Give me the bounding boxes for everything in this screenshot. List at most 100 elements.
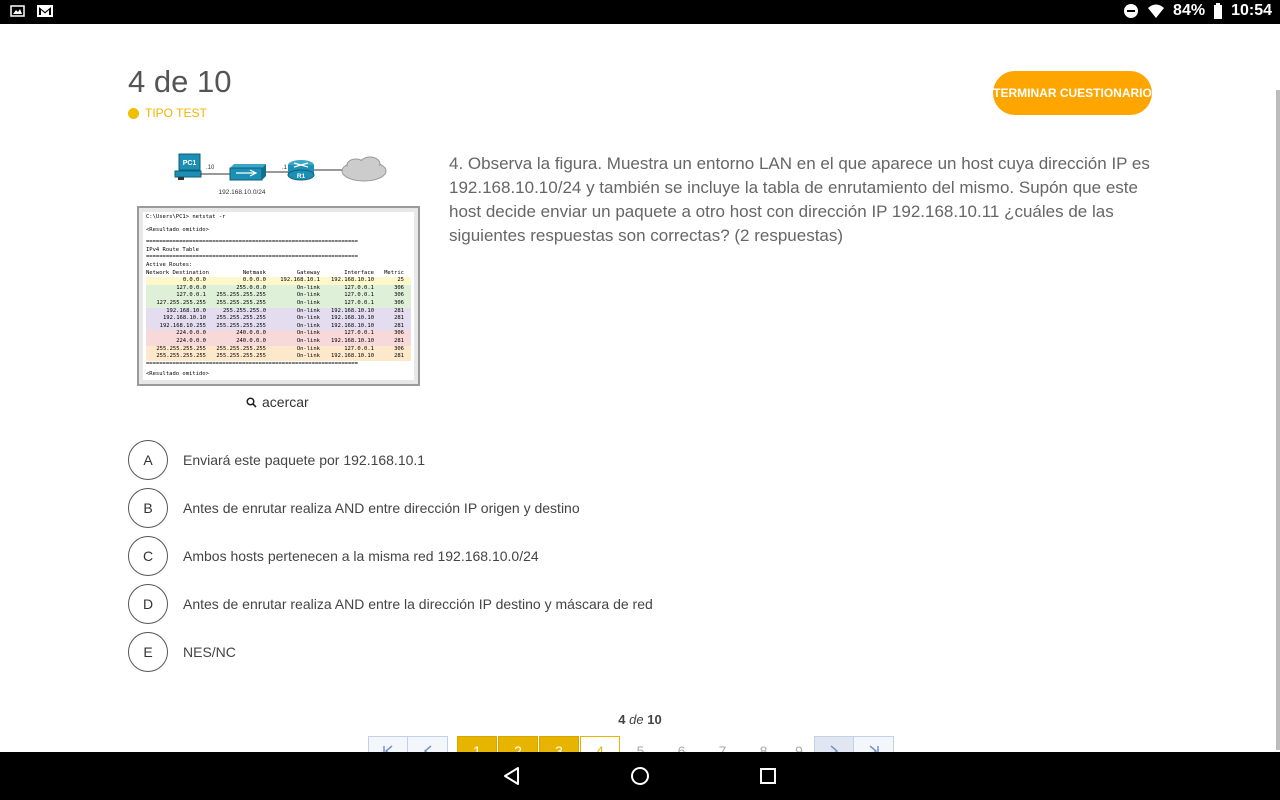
route-cell-gw: On-link <box>296 322 320 329</box>
router-port-label: .1 <box>282 165 288 171</box>
option-b[interactable]: B Antes de enrutar realiza AND entre dir… <box>128 488 580 528</box>
console-active-label: Active Routes: <box>146 261 193 268</box>
page-button-4[interactable]: 4 <box>580 736 620 752</box>
type-dot-icon <box>128 107 139 119</box>
routing-table-figure[interactable]: C:\Users\PC1> netstat -r <Resultado omit… <box>137 206 420 386</box>
console-header-row: Network Destination Netmask Gateway Inte… <box>146 270 411 278</box>
cloud-icon <box>341 156 387 182</box>
page-current: 4 <box>618 712 626 727</box>
router-icon: R1 <box>287 160 315 181</box>
home-icon[interactable] <box>628 764 652 788</box>
zoom-link[interactable]: acercar <box>246 394 309 410</box>
console-header: Interface <box>344 269 374 276</box>
page-button-1[interactable]: 1 <box>457 736 497 752</box>
finish-quiz-button[interactable]: TERMINAR CUESTIONARIO <box>993 71 1152 115</box>
scrollbar[interactable] <box>1276 90 1280 750</box>
route-cell-dest: 224.0.0.0 <box>176 337 206 344</box>
route-cell-gw: On-link <box>296 315 320 322</box>
last-page-button[interactable] <box>854 736 894 752</box>
route-row: 192.168.10.10 255.255.255.255 On-link 192.1… <box>146 315 411 323</box>
route-row: 127.0.0.1 255.255.255.255 On-link 127.0.0.1… <box>146 292 411 300</box>
prev-page-button[interactable] <box>408 736 448 752</box>
dnd-icon <box>1124 4 1139 18</box>
android-nav-bar <box>0 752 1280 800</box>
network-label: 192.168.10.0/24 <box>219 189 266 196</box>
recents-icon[interactable] <box>756 764 780 788</box>
page-button-8[interactable]: 8 <box>743 736 784 752</box>
option-text[interactable]: Ambos hosts pertenecen a la misma red 19… <box>183 548 539 564</box>
option-letter[interactable]: C <box>128 536 168 576</box>
next-page-button[interactable] <box>814 736 854 752</box>
route-cell-dest: 192.168.10.0 <box>166 307 206 314</box>
route-cell-iface: 192.168.10.10 <box>330 307 374 314</box>
back-icon[interactable] <box>500 764 524 788</box>
route-cell-mask: 255.255.255.255 <box>216 353 266 360</box>
route-cell-gw: On-link <box>296 330 320 337</box>
page-button-2[interactable]: 2 <box>498 736 538 752</box>
console-header: Metric <box>384 269 404 276</box>
route-rows: 0.0.0.0 0.0.0.0 192.168.10.1 192.168.10.10 2… <box>146 277 411 361</box>
route-cell-gw: On-link <box>296 307 320 314</box>
route-cell-gw: On-link <box>296 284 320 291</box>
route-cell-metric: 306 <box>394 284 404 291</box>
option-letter[interactable]: D <box>128 584 168 624</box>
option-letter[interactable]: E <box>128 632 168 672</box>
route-row: 224.0.0.0 240.0.0.0 On-link 192.168.10.10 28… <box>146 337 411 346</box>
route-cell-metric: 306 <box>394 292 404 299</box>
page-indicator: 4 de 10 <box>0 712 1280 727</box>
page-button-9[interactable]: 9 <box>784 736 814 752</box>
route-cell-metric: 281 <box>394 307 404 314</box>
route-cell-dest: 0.0.0.0 <box>182 277 206 284</box>
battery-icon <box>1214 3 1223 19</box>
route-cell-mask: 255.255.255.255 <box>216 322 266 329</box>
route-cell-iface: 127.0.0.1 <box>344 284 374 291</box>
route-cell-iface: 127.0.0.1 <box>344 299 374 306</box>
route-cell-iface: 192.168.10.10 <box>330 315 374 322</box>
option-e[interactable]: E NES/NC <box>128 632 236 672</box>
route-row: 192.168.10.255 255.255.255.255 On-link 192.… <box>146 322 411 331</box>
route-cell-dest: 224.0.0.0 <box>176 330 206 337</box>
page-button-5[interactable]: 5 <box>620 736 661 752</box>
network-diagram[interactable]: PC1 .10 .1 R1 192.168.10.0/24 <box>170 152 400 198</box>
question-type-badge: TIPO TEST <box>128 106 207 120</box>
route-cell-mask: 255.255.255.255 <box>216 345 266 352</box>
last-page-icon <box>869 745 879 752</box>
option-d[interactable]: D Antes de enrutar realiza AND entre la … <box>128 584 653 624</box>
console-section: IPv4 Route Table <box>146 246 199 253</box>
option-text[interactable]: Enviará este paquete por 192.168.10.1 <box>183 452 425 468</box>
console-header: Gateway <box>296 269 320 276</box>
console-separator: ========================================… <box>146 239 358 246</box>
route-cell-dest: 192.168.10.255 <box>159 322 206 329</box>
pagination: 1 2 3 4 5 6 7 8 9 <box>368 736 894 752</box>
route-row: 127.255.255.255 255.255.255.255 On-link 127… <box>146 299 411 308</box>
status-bar: 84% 10:54 <box>0 0 1280 24</box>
search-icon <box>246 396 257 408</box>
route-cell-iface: 192.168.10.10 <box>330 353 374 360</box>
route-cell-mask: 240.0.0.0 <box>236 330 266 337</box>
route-cell-mask: 255.0.0.0 <box>236 284 266 291</box>
route-cell-iface: 127.0.0.1 <box>344 292 374 299</box>
page-button-7[interactable]: 7 <box>702 736 743 752</box>
zoom-label: acercar <box>262 394 309 410</box>
route-row: 0.0.0.0 0.0.0.0 192.168.10.1 192.168.10.10 2… <box>146 277 411 285</box>
route-cell-iface: 127.0.0.1 <box>344 330 374 337</box>
route-cell-dest: 127.0.0.1 <box>176 292 206 299</box>
route-row: 192.168.10.0 255.255.255.0 On-link 192.168.… <box>146 307 411 316</box>
option-letter[interactable]: A <box>128 440 168 480</box>
option-c[interactable]: C Ambos hosts pertenecen a la misma red … <box>128 536 539 576</box>
option-text[interactable]: Antes de enrutar realiza AND entre la di… <box>183 596 653 612</box>
option-letter[interactable]: B <box>128 488 168 528</box>
route-cell-mask: 255.255.255.255 <box>216 292 266 299</box>
page-button-3[interactable]: 3 <box>539 736 579 752</box>
option-a[interactable]: A Enviará este paquete por 192.168.10.1 <box>128 440 425 480</box>
first-page-icon <box>383 745 393 752</box>
option-text[interactable]: Antes de enrutar realiza AND entre direc… <box>183 500 580 516</box>
gmail-icon <box>37 5 53 17</box>
page-button-6[interactable]: 6 <box>661 736 702 752</box>
pc-label: PC1 <box>183 160 197 167</box>
option-text[interactable]: NES/NC <box>183 644 236 660</box>
route-cell-mask: 240.0.0.0 <box>236 337 266 344</box>
route-cell-dest: 255.255.255.255 <box>156 345 206 352</box>
route-cell-iface: 192.168.10.10 <box>330 337 374 344</box>
first-page-button[interactable] <box>368 736 408 752</box>
